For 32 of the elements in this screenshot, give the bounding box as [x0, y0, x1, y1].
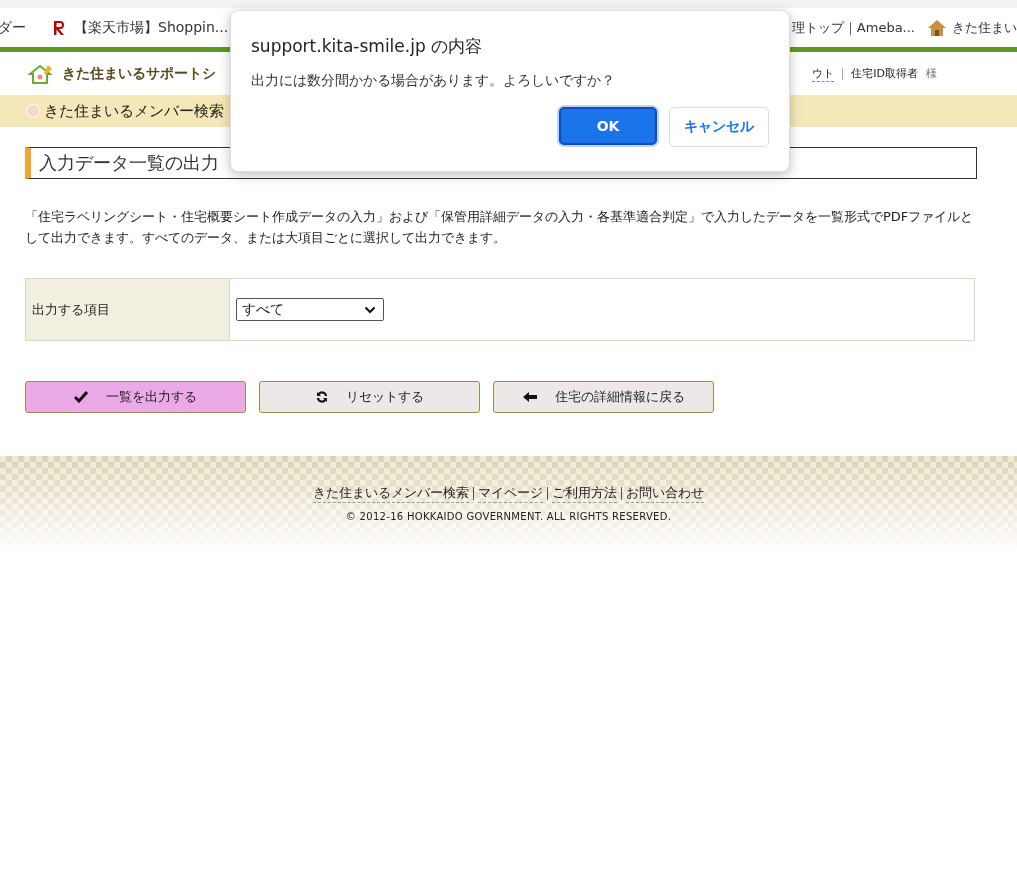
ok-button[interactable]: OK: [559, 107, 657, 145]
action-button[interactable]: 一覧を出力する: [25, 381, 246, 413]
refresh-icon: [315, 391, 328, 403]
footer-link[interactable]: きた住まいるメンバー検索: [313, 484, 469, 503]
r-logo-icon: [52, 19, 66, 36]
check-icon: [74, 391, 88, 403]
action-button[interactable]: リセットする: [259, 381, 480, 413]
cancel-button[interactable]: キャンセル: [669, 107, 769, 147]
footer-link[interactable]: ご利用方法: [552, 484, 617, 503]
house-logo-icon: [28, 63, 54, 84]
bookmark[interactable]: ダー: [0, 18, 26, 37]
site-title: きた住まいるサポートシ: [62, 64, 216, 83]
bookmark[interactable]: 【楽天市場】Shoppin...: [52, 18, 229, 37]
arrow-left-icon: [522, 392, 537, 402]
footer-link[interactable]: お問い合わせ: [626, 484, 704, 503]
nav-link[interactable]: きた住まいるメンバー検索: [44, 101, 224, 121]
footer-link[interactable]: マイページ: [478, 484, 543, 503]
bookmark[interactable]: 理トップ｜Ameba...: [791, 18, 915, 37]
bookmark[interactable]: きた住まい: [927, 18, 1017, 37]
user-label: 住宅ID取得者: [851, 66, 918, 81]
form-label: 出力する項目: [26, 279, 230, 340]
action-button[interactable]: 住宅の詳細情報に戻る: [493, 381, 714, 413]
dialog-message: 出力には数分間かかる場合があります。よろしいですか？: [251, 72, 616, 90]
dialog-title: support.kita-smile.jp の内容: [251, 35, 484, 58]
copyright: © 2012-16 HOKKAIDO GOVERNMENT. ALL RIGHTS RESERVED.: [345, 511, 672, 522]
header-link[interactable]: ウト: [812, 65, 835, 82]
user-suffix: 様: [926, 66, 937, 81]
chevron-down-icon: [364, 305, 376, 314]
bullet-icon: [26, 104, 40, 118]
description: 「住宅ラベリングシート・住宅概要シート作成データの入力」および「保管用詳細データの入力・各基準適合判定」で入力したデータを一覧形式でPDFファイルとして出力できます。すべてのデータ、または大項目ごとに選択して出力できます。: [25, 208, 975, 247]
house-icon: [927, 18, 947, 37]
item-select[interactable]: すべて: [236, 298, 384, 321]
